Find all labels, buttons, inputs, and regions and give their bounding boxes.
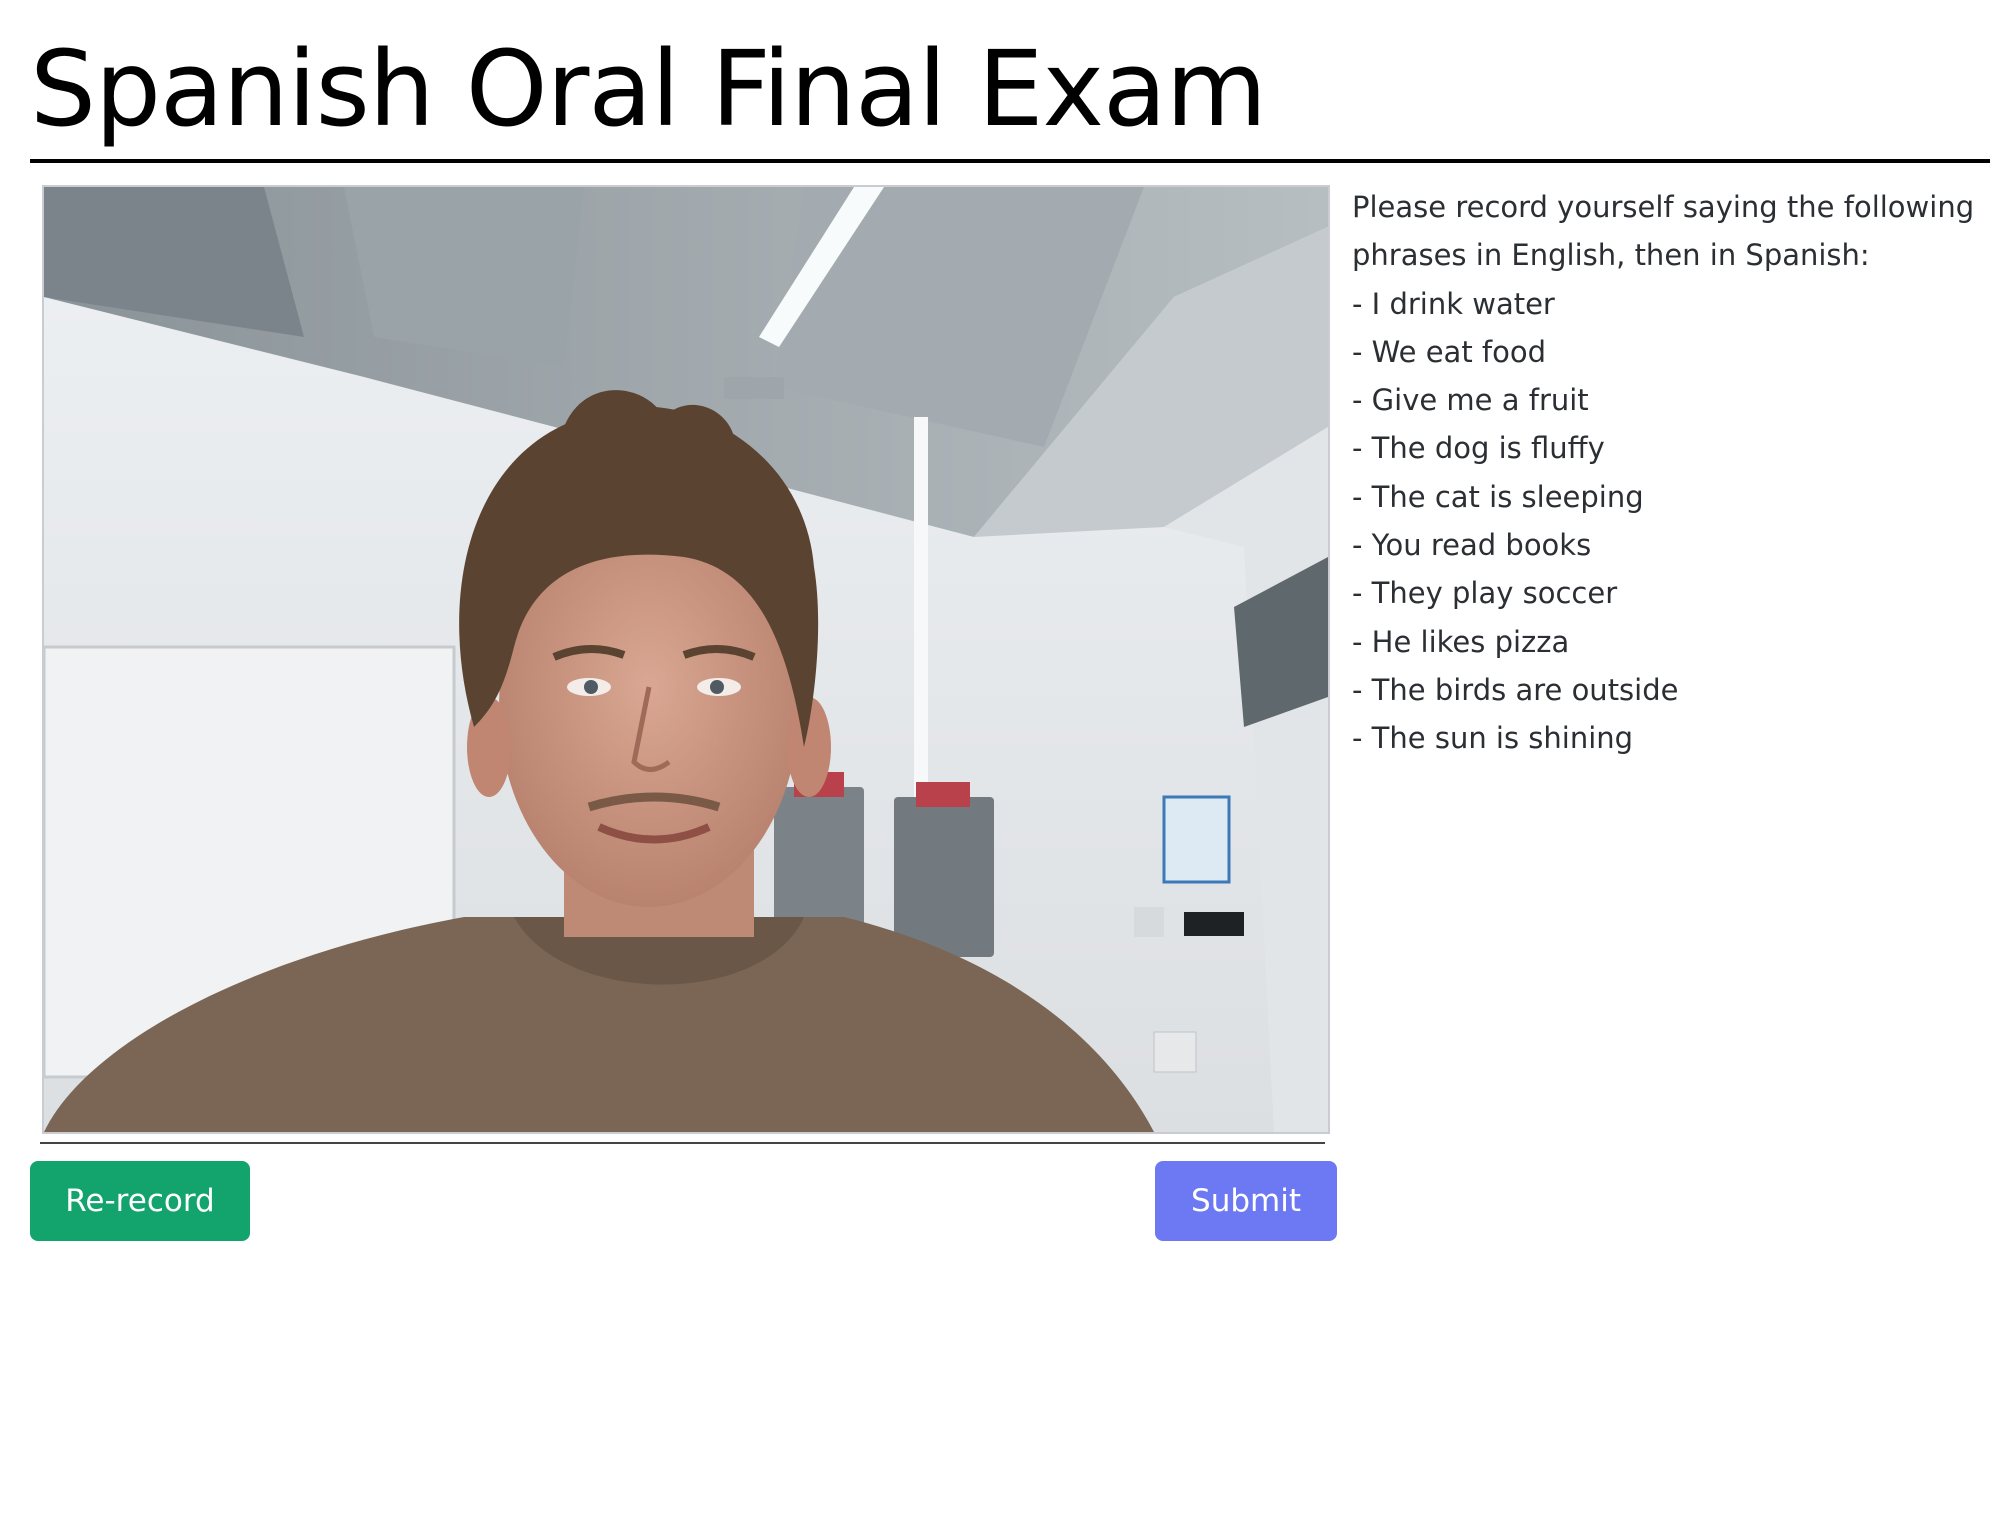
phrase-item: - The dog is fluffy	[1352, 431, 1605, 466]
phrase-item: - The sun is shining	[1352, 721, 1634, 756]
player-divider	[40, 1142, 1325, 1144]
phrase-item: - They play soccer	[1352, 576, 1618, 611]
title-divider	[30, 159, 1990, 163]
phrase-item: - The cat is sleeping	[1352, 479, 1644, 514]
submit-button[interactable]: Submit	[1155, 1161, 1337, 1241]
phrase-item: - I drink water	[1352, 286, 1555, 321]
page-title: Spanish Oral Final Exam	[30, 28, 1267, 150]
phrase-list: - I drink water - We eat food - Give me …	[1352, 280, 1992, 763]
phrase-item: - He likes pizza	[1352, 624, 1570, 659]
phrase-item: - You read books	[1352, 528, 1592, 563]
phrase-item: - We eat food	[1352, 334, 1547, 369]
webcam-recording-image	[44, 187, 1328, 1132]
phrase-item: - Give me a fruit	[1352, 383, 1589, 418]
instructions-panel: Please record yourself saying the follow…	[1352, 183, 1992, 763]
instructions-text: Please record yourself saying the follow…	[1352, 190, 1975, 273]
video-player[interactable]	[42, 185, 1330, 1134]
rerecord-button[interactable]: Re-record	[30, 1161, 250, 1241]
phrase-item: - The birds are outside	[1352, 672, 1679, 707]
